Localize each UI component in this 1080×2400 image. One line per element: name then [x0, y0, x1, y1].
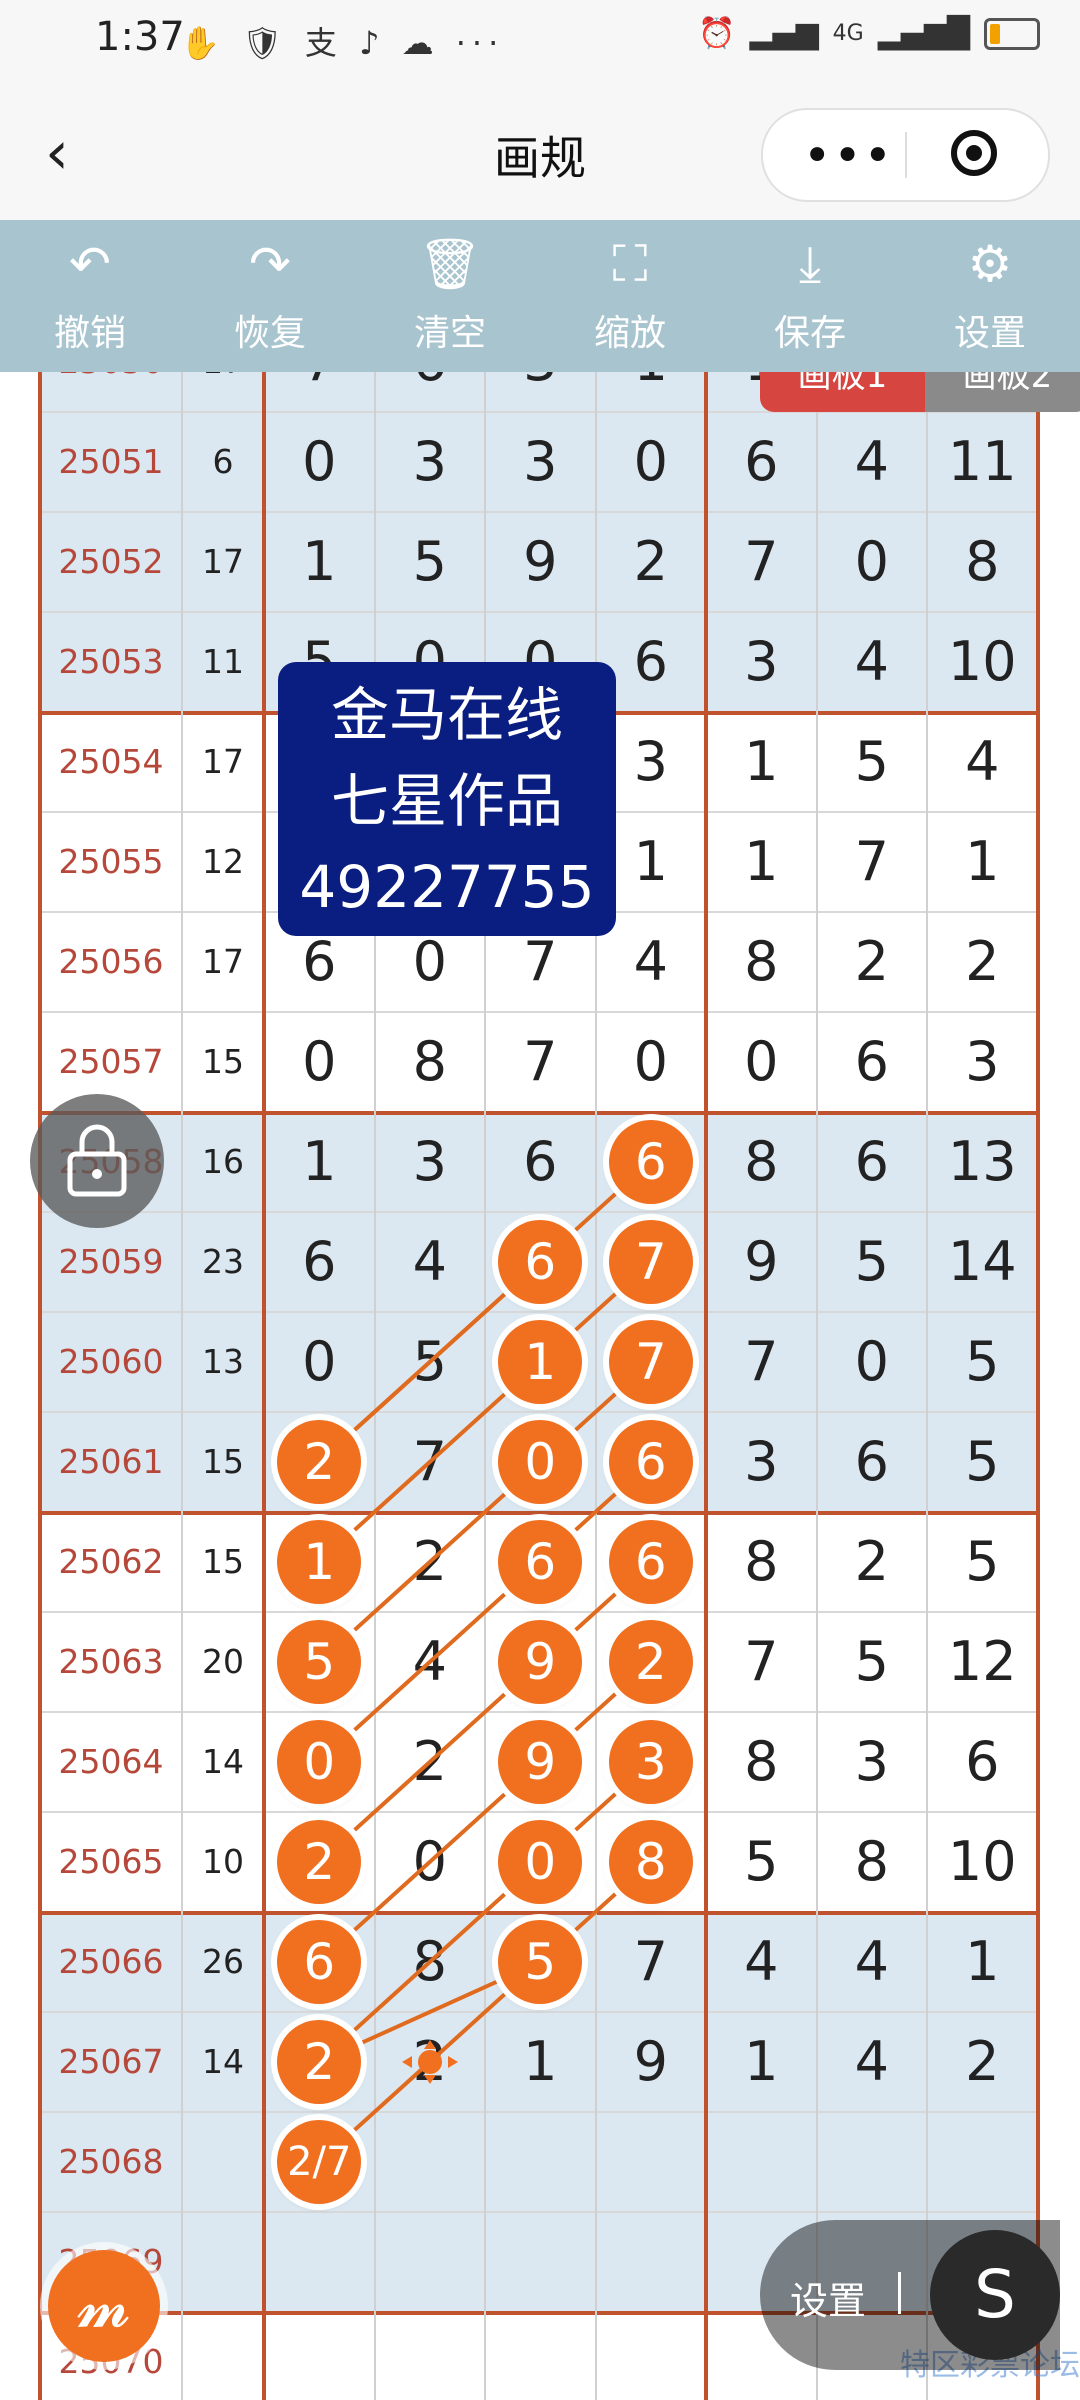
- marked-ball[interactable]: 0: [498, 1420, 583, 1504]
- marked-ball[interactable]: 6: [608, 1520, 693, 1604]
- capsule-divider: [905, 132, 907, 178]
- connector-line: [317, 1460, 653, 1764]
- marked-ball[interactable]: 0: [498, 1820, 583, 1904]
- trash-icon: 🗑: [418, 235, 482, 293]
- toolbar-button-2[interactable]: 🗑 清空: [360, 220, 540, 372]
- toolbar-label: 恢复: [233, 313, 306, 354]
- status-bar: 1:37 ✋ 🛡 支 ♪ ☁ ··· ⏰ ▂▄▆ 4G ▂▄▆█: [0, 0, 1080, 80]
- toolbar-button-5[interactable]: ⚙ 设置: [900, 220, 1080, 372]
- marked-ball[interactable]: 2: [277, 1820, 362, 1904]
- marked-ball[interactable]: 1: [277, 1520, 362, 1604]
- undo-icon: ↶: [69, 235, 111, 293]
- watermark-line-1: 金马在线: [330, 681, 563, 749]
- brush-icon[interactable]: 𝓶: [48, 2250, 160, 2362]
- battery-icon: [984, 17, 1040, 50]
- connector-line: [317, 1260, 653, 1564]
- marked-ball[interactable]: 6: [498, 1220, 583, 1304]
- toolbar-label: 清空: [413, 313, 486, 354]
- marked-ball[interactable]: 2: [608, 1620, 693, 1704]
- settings-link[interactable]: 设置: [790, 2270, 866, 2325]
- marked-ball[interactable]: 8: [608, 1820, 693, 1904]
- marked-ball[interactable]: 6: [498, 1520, 583, 1604]
- lock-button[interactable]: [30, 1094, 164, 1228]
- panel-tabs: 画板1 画板2: [760, 372, 1080, 412]
- toolbar-label: 保存: [773, 313, 846, 354]
- connector-line: [317, 1560, 653, 1864]
- toolbar-button-4[interactable]: ⤓ 保存: [720, 220, 900, 372]
- connector-line: [317, 1860, 653, 2164]
- mini-program-capsule: •••: [761, 108, 1050, 202]
- move-cursor-icon[interactable]: [400, 2040, 460, 2092]
- zoom-icon: ⛶: [612, 235, 648, 293]
- toolbar-button-3[interactable]: ⛶ 缩放: [540, 220, 720, 372]
- lock-icon: [67, 1124, 127, 1197]
- signal-icon: ▂▄▆: [749, 16, 819, 51]
- toolbar-label: 撤销: [53, 313, 126, 354]
- marked-ball[interactable]: 5: [498, 1920, 583, 2004]
- system-icons: ⏰ ▂▄▆ 4G ▂▄▆█: [698, 16, 1040, 51]
- watermark-box: 金马在线 七星作品 49227755: [278, 662, 616, 936]
- float-divider: [898, 2272, 901, 2314]
- marked-ball[interactable]: 2/7: [277, 2120, 362, 2204]
- connector-line: [317, 1360, 653, 1664]
- network-label: 4G: [832, 21, 864, 46]
- download-icon: ⤓: [798, 235, 822, 293]
- marked-ball[interactable]: 6: [608, 1420, 693, 1504]
- notification-icons: ✋ 🛡 支 ♪ ☁ ···: [180, 24, 505, 62]
- nav-bar: ‹ 画规 •••: [0, 80, 1080, 220]
- close-target-icon[interactable]: [951, 130, 997, 176]
- marked-ball[interactable]: 2: [277, 1420, 362, 1504]
- clock: 1:37: [95, 14, 185, 60]
- marked-ball[interactable]: 7: [608, 1220, 693, 1304]
- floating-settings-bar: 设置 S: [760, 2220, 1060, 2370]
- connector-line: [317, 1660, 653, 1964]
- connector-line: [317, 1760, 653, 2064]
- toolbar-label: 设置: [953, 313, 1026, 354]
- marked-ball[interactable]: 2: [277, 2020, 362, 2104]
- gear-icon: ⚙: [967, 235, 1013, 293]
- marked-ball[interactable]: 5: [277, 1620, 362, 1704]
- alarm-icon: ⏰: [698, 16, 736, 51]
- toolbar-label: 缩放: [593, 313, 666, 354]
- watermark-line-2: 七星作品: [330, 767, 563, 835]
- drawing-toolbar: ↶ 撤销 ↷ 恢复 🗑 清空 ⛶ 缩放 ⤓ 保存 ⚙ 设置: [0, 220, 1080, 372]
- marked-ball[interactable]: 1: [498, 1320, 583, 1404]
- marked-ball[interactable]: 9: [498, 1620, 583, 1704]
- redo-icon: ↷: [249, 235, 291, 293]
- marked-ball[interactable]: 6: [277, 1920, 362, 2004]
- more-icon[interactable]: •••: [803, 128, 894, 184]
- s-button[interactable]: S: [930, 2230, 1060, 2360]
- toolbar-button-0[interactable]: ↶ 撤销: [0, 220, 180, 372]
- marked-ball[interactable]: 6: [608, 1120, 693, 1204]
- marked-ball[interactable]: 3: [608, 1720, 693, 1804]
- tab-panel-2[interactable]: 画板2: [925, 372, 1080, 412]
- signal-strength-icon: ▂▄▆█: [877, 16, 970, 51]
- marked-ball[interactable]: 7: [608, 1320, 693, 1404]
- toolbar-button-1[interactable]: ↷ 恢复: [180, 220, 360, 372]
- marked-ball[interactable]: 9: [498, 1720, 583, 1804]
- marked-ball[interactable]: 0: [277, 1720, 362, 1804]
- watermark-line-3: 49227755: [299, 853, 595, 921]
- tab-panel-1[interactable]: 画板1: [760, 372, 925, 412]
